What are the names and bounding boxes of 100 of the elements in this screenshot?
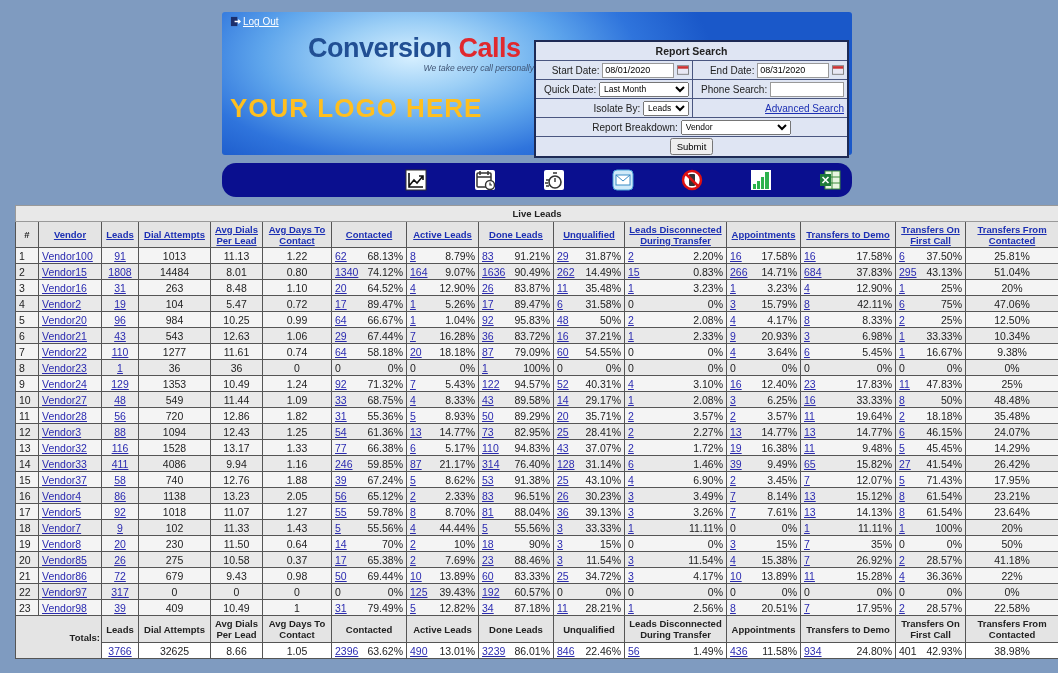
count-link[interactable]: 23	[482, 553, 494, 566]
count-link[interactable]: 73	[482, 425, 494, 438]
envelope-icon[interactable]	[612, 169, 634, 191]
count-link[interactable]: 3	[730, 297, 736, 310]
count-link[interactable]: 8	[804, 297, 810, 310]
count-link[interactable]: 83	[482, 489, 494, 502]
end-date-field[interactable]: 08/31/2020	[757, 62, 830, 78]
sort-link[interactable]: Leads Disconnected During Transfer	[626, 223, 725, 246]
count-link[interactable]: 87	[410, 457, 422, 470]
count-link[interactable]: 6	[899, 249, 905, 262]
count-link[interactable]: 43	[482, 393, 494, 406]
sort-link[interactable]: Transfers From Contacted	[967, 223, 1058, 246]
count-link[interactable]: 13	[804, 425, 816, 438]
count-link[interactable]: 6	[804, 345, 810, 358]
count-link[interactable]: 65	[804, 457, 816, 470]
calendar-icon[interactable]	[832, 65, 844, 76]
count-link[interactable]: 16	[730, 249, 742, 262]
no-phone-icon[interactable]	[681, 169, 703, 191]
count-link[interactable]: 436	[730, 644, 748, 657]
count-link[interactable]: 2	[730, 409, 736, 422]
count-link[interactable]: 17	[335, 553, 347, 566]
count-link[interactable]: 56	[335, 489, 347, 502]
count-link[interactable]: 10	[730, 569, 742, 582]
count-link[interactable]: 13	[804, 505, 816, 518]
count-link[interactable]: 1	[628, 281, 634, 294]
count-link[interactable]: 8	[410, 505, 416, 518]
count-link[interactable]: 1340	[335, 265, 359, 278]
count-link[interactable]: 26	[482, 281, 494, 294]
count-link[interactable]: 20	[335, 281, 347, 294]
stopwatch-icon[interactable]	[543, 169, 565, 191]
count-link[interactable]: 5	[899, 441, 905, 454]
count-link[interactable]: 1	[628, 521, 634, 534]
count-link[interactable]: 314	[482, 457, 500, 470]
count-link[interactable]: 6	[899, 425, 905, 438]
count-link[interactable]: 2396	[335, 644, 359, 657]
count-link[interactable]: 5	[410, 409, 416, 422]
count-link[interactable]: 15	[628, 265, 640, 278]
count-link[interactable]: 684	[804, 265, 822, 278]
count-link[interactable]: 3	[557, 553, 563, 566]
phone-search-field[interactable]	[770, 81, 844, 97]
quick-date-select[interactable]: Last Month	[599, 81, 690, 97]
count-link[interactable]: 6	[410, 441, 416, 454]
count-link[interactable]: 2	[410, 537, 416, 550]
count-link[interactable]: 18	[482, 537, 494, 550]
count-link[interactable]: 4	[730, 553, 736, 566]
count-link[interactable]: 1	[410, 297, 416, 310]
count-link[interactable]: 54	[335, 425, 347, 438]
count-link[interactable]: 48	[557, 313, 569, 326]
count-link[interactable]: 1636	[482, 265, 506, 278]
count-link[interactable]: 1	[899, 521, 905, 534]
count-link[interactable]: 2	[899, 313, 905, 326]
count-link[interactable]: 16	[557, 329, 569, 342]
count-link[interactable]: 7	[410, 377, 416, 390]
count-link[interactable]: 20	[557, 409, 569, 422]
count-link[interactable]: 31	[335, 409, 347, 422]
count-link[interactable]: 2	[899, 553, 905, 566]
count-link[interactable]: 6	[899, 297, 905, 310]
spreadsheet-icon[interactable]	[819, 169, 841, 191]
count-link[interactable]: 4	[804, 281, 810, 294]
count-link[interactable]: 7	[804, 473, 810, 486]
count-link[interactable]: 1	[628, 329, 634, 342]
count-link[interactable]: 11	[557, 281, 568, 294]
count-link[interactable]: 7	[804, 601, 810, 614]
count-link[interactable]: 1	[410, 313, 416, 326]
count-link[interactable]: 128	[557, 457, 575, 470]
count-link[interactable]: 87	[482, 345, 494, 358]
count-link[interactable]: 62	[335, 249, 347, 262]
isolate-by-select[interactable]: Leads	[643, 100, 690, 116]
count-link[interactable]: 25	[557, 473, 569, 486]
count-link[interactable]: 60	[557, 345, 569, 358]
start-date-field[interactable]: 08/01/2020	[602, 62, 675, 78]
count-link[interactable]: 11	[804, 569, 815, 582]
count-link[interactable]: 7	[804, 537, 810, 550]
count-link[interactable]: 2	[628, 425, 634, 438]
count-link[interactable]: 50	[335, 569, 347, 582]
count-link[interactable]: 295	[899, 265, 917, 278]
count-link[interactable]: 52	[557, 377, 569, 390]
count-link[interactable]: 64	[335, 345, 347, 358]
count-link[interactable]: 2	[899, 409, 905, 422]
count-link[interactable]: 14	[557, 393, 569, 406]
count-link[interactable]: 2	[628, 313, 634, 326]
sort-link[interactable]: Avg Days To Contact	[264, 223, 330, 246]
count-link[interactable]: 2	[628, 441, 634, 454]
count-link[interactable]: 29	[335, 329, 347, 342]
count-link[interactable]: 3	[628, 569, 634, 582]
count-link[interactable]: 490	[410, 644, 428, 657]
count-link[interactable]: 11	[804, 441, 815, 454]
count-link[interactable]: 2	[730, 473, 736, 486]
count-link[interactable]: 64	[335, 313, 347, 326]
count-link[interactable]: 3239	[482, 644, 506, 657]
count-link[interactable]: 29	[557, 249, 569, 262]
count-link[interactable]: 1	[628, 393, 634, 406]
count-link[interactable]: 77	[335, 441, 347, 454]
calendar-clock-icon[interactable]	[474, 169, 496, 191]
count-link[interactable]: 3	[628, 505, 634, 518]
sort-link[interactable]: Transfers On First Call	[897, 223, 964, 246]
report-breakdown-select[interactable]: Vendor	[680, 119, 791, 135]
count-link[interactable]: 16	[730, 377, 742, 390]
count-link[interactable]: 92	[482, 313, 494, 326]
count-link[interactable]: 3	[730, 393, 736, 406]
